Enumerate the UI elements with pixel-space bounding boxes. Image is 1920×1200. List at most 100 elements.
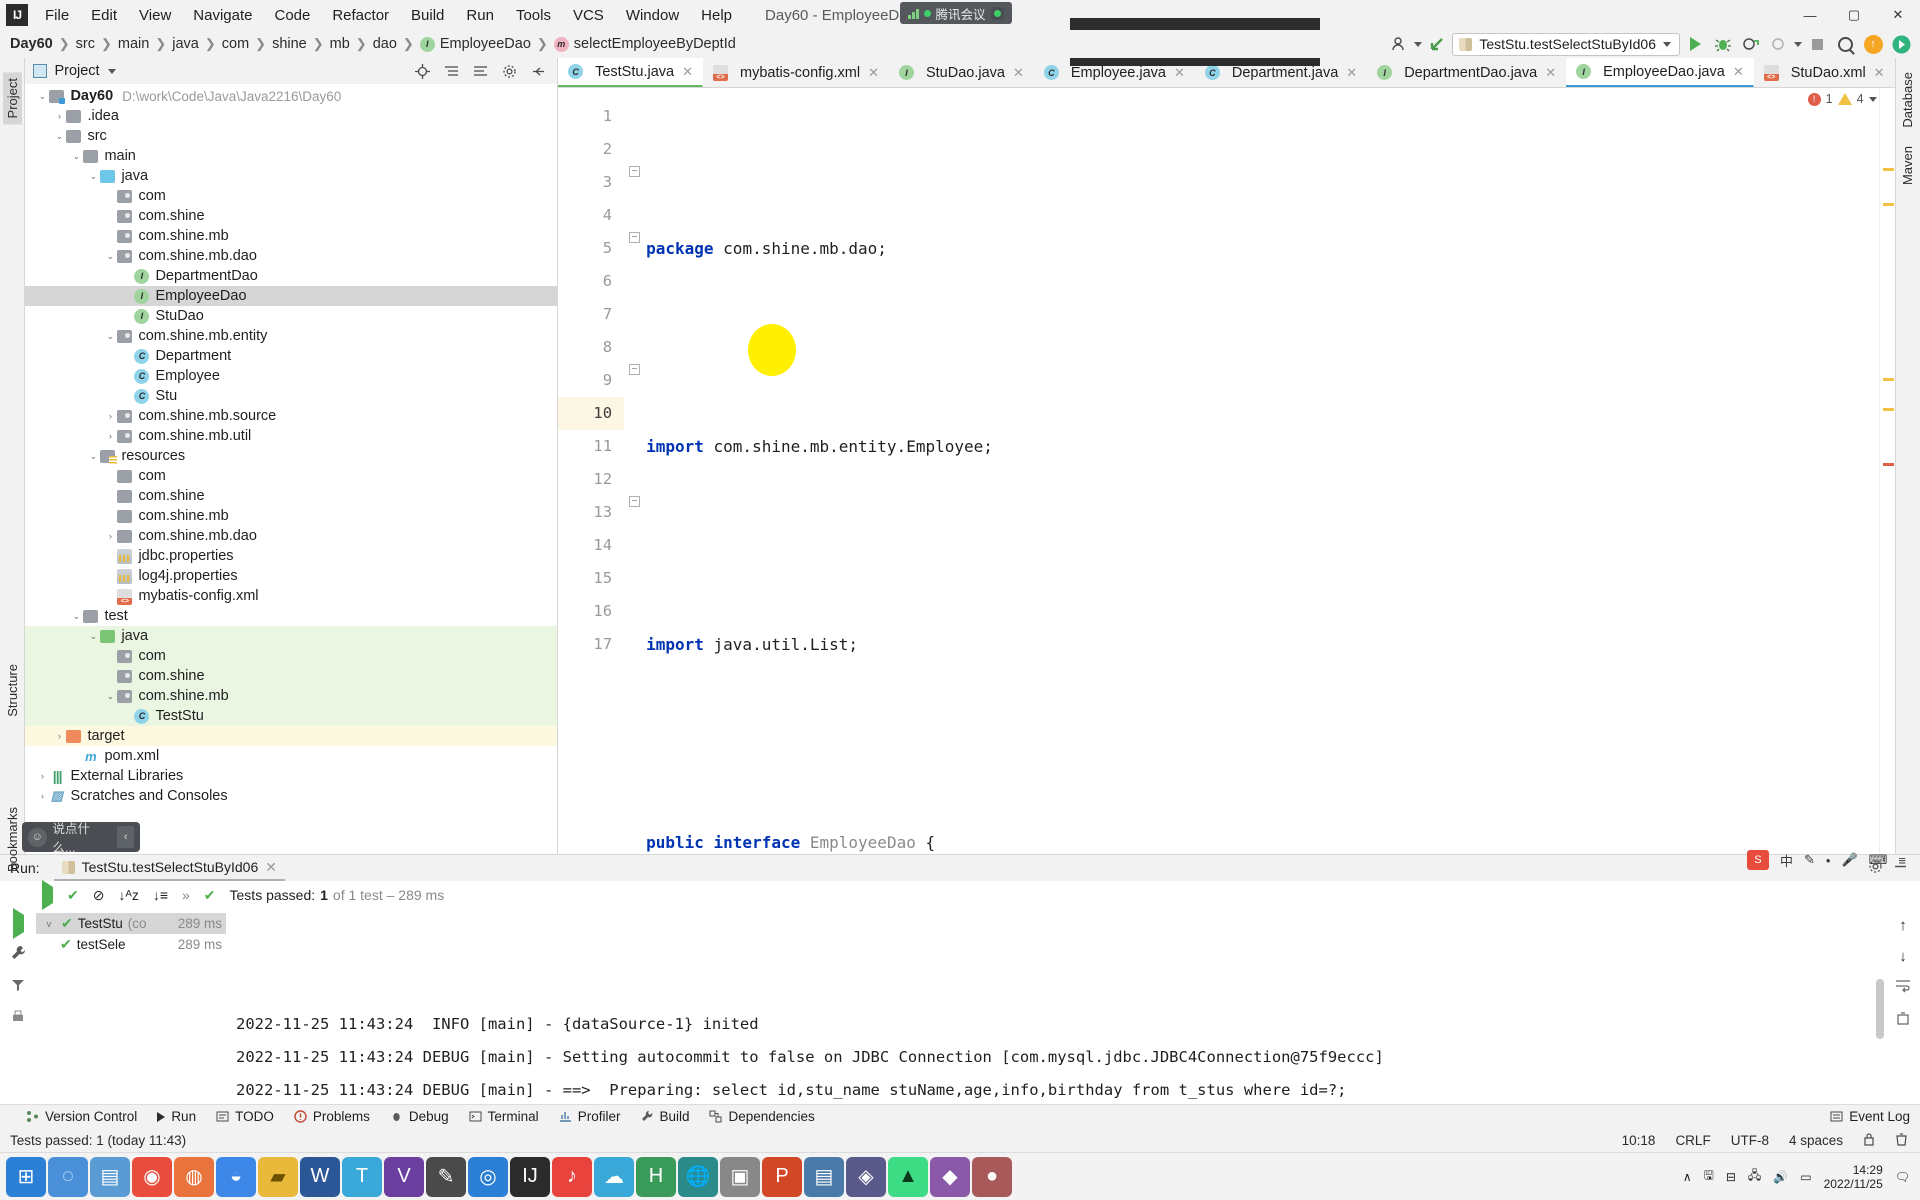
close-button[interactable]: ✕ bbox=[1876, 0, 1920, 30]
close-icon[interactable]: ✕ bbox=[1874, 65, 1885, 81]
tree-node-employeedao[interactable]: I EmployeeDao bbox=[25, 286, 558, 306]
notes-icon[interactable]: ✎ bbox=[426, 1156, 466, 1197]
line-number-17[interactable]: 17 bbox=[558, 628, 624, 661]
sogou-lang-toggle[interactable]: 中 bbox=[1780, 851, 1793, 870]
clear-all-icon[interactable] bbox=[1895, 1011, 1911, 1031]
tree-node-jdbc-properties[interactable]: jdbc.properties bbox=[25, 546, 557, 566]
tray-chevron-icon[interactable]: ∧ bbox=[1683, 1170, 1692, 1184]
tree-node-com[interactable]: com bbox=[25, 186, 557, 206]
tree-node-java[interactable]: ⌄ java bbox=[25, 626, 558, 646]
editor-tab-studao-xml[interactable]: StuDao.xml ✕ bbox=[1754, 58, 1895, 87]
chevron-down-icon[interactable]: ⌄ bbox=[52, 129, 66, 143]
tray-volume-icon[interactable]: 🔊 bbox=[1773, 1170, 1788, 1184]
line-number-13[interactable]: 13 bbox=[558, 496, 624, 529]
minimize-button[interactable]: — bbox=[1788, 0, 1832, 30]
toolwindow-event-log[interactable]: Event Log bbox=[1830, 1109, 1910, 1124]
expand-icon[interactable]: » bbox=[182, 887, 190, 903]
line-number-7[interactable]: 7 bbox=[558, 298, 624, 331]
chevron-right-icon[interactable]: › bbox=[103, 529, 117, 543]
line-number-10[interactable]: 10 bbox=[558, 397, 625, 430]
chevron-down-icon[interactable]: ⌄ bbox=[103, 689, 117, 703]
scroll-up-icon[interactable]: ↑ bbox=[1899, 917, 1907, 934]
editor-tab-studao-java[interactable]: I StuDao.java ✕ bbox=[889, 58, 1034, 87]
idea-icon[interactable]: IJ bbox=[510, 1156, 550, 1197]
editor-area[interactable]: 1 2 3 4 5 6 7 8 9 10 11 12 13 14 15 16 17 − − − − packag… bbox=[558, 88, 1895, 854]
toolwindow-profiler[interactable]: Profiler bbox=[559, 1109, 620, 1124]
close-icon[interactable]: ✕ bbox=[1174, 65, 1185, 81]
tray-icon-1[interactable]: 🖫 bbox=[1704, 1166, 1714, 1187]
ime-emoji-icon[interactable]: ☺ bbox=[28, 827, 47, 847]
fold-marker-javadoc-end[interactable]: − bbox=[629, 496, 641, 507]
folder-icon[interactable]: ▰ bbox=[258, 1156, 298, 1197]
toolwindow-problems[interactable]: Problems bbox=[294, 1109, 370, 1124]
chevron-right-icon[interactable]: › bbox=[35, 769, 49, 783]
fold-marker-import2[interactable]: − bbox=[629, 232, 641, 243]
tree-node-departmentdao[interactable]: I DepartmentDao bbox=[25, 266, 557, 286]
run-icon[interactable] bbox=[1682, 32, 1708, 56]
sogou-ime-bar[interactable]: S 中 ✎ • 🎤 ⌨ ≡ bbox=[1746, 850, 1906, 870]
task-view-icon[interactable]: ▤ bbox=[90, 1156, 130, 1197]
search-taskbar-icon[interactable]: ◌ bbox=[48, 1156, 88, 1197]
sogou-logo-icon[interactable]: S bbox=[1746, 850, 1769, 870]
line-number-12[interactable]: 12 bbox=[558, 463, 624, 496]
app2-icon[interactable]: ▤ bbox=[804, 1156, 844, 1197]
console-output[interactable]: 2022-11-25 11:43:24 INFO [main] - {dataS… bbox=[226, 909, 1886, 1104]
sort-duration-icon[interactable]: ↓≡ bbox=[153, 887, 168, 903]
tree-node-external-libraries[interactable]: › ||| External Libraries bbox=[25, 766, 557, 786]
locate-icon[interactable] bbox=[409, 59, 435, 83]
editor-tab-departmentdao-java[interactable]: I DepartmentDao.java ✕ bbox=[1367, 58, 1566, 87]
tree-node-test[interactable]: ⌄ test bbox=[25, 606, 557, 626]
toolwindow-run[interactable]: Run bbox=[157, 1109, 196, 1124]
menu-window[interactable]: Window bbox=[615, 3, 690, 28]
toolwindow-debug[interactable]: Debug bbox=[390, 1109, 449, 1124]
toolwindow-dependencies[interactable]: Dependencies bbox=[709, 1109, 815, 1124]
tree-node-department[interactable]: C Department bbox=[25, 346, 557, 366]
cloud-icon[interactable]: ☁ bbox=[594, 1156, 634, 1197]
line-number-5[interactable]: 5 bbox=[558, 232, 624, 265]
code-line-1[interactable]: package com.shine.mb.dao; bbox=[646, 232, 1878, 265]
tencent-meeting-badge[interactable]: 腾讯会议 bbox=[900, 2, 1012, 24]
tray-network-icon[interactable]: 🖧 bbox=[1748, 1166, 1761, 1187]
code-line-7[interactable]: public interface EmployeeDao { bbox=[646, 826, 1878, 854]
tree-node-mybatis-config-xml[interactable]: mybatis-config.xml bbox=[25, 586, 557, 606]
close-icon[interactable]: ✕ bbox=[682, 64, 693, 80]
chevron-right-icon[interactable]: › bbox=[103, 409, 117, 423]
wrench-icon[interactable] bbox=[10, 944, 27, 965]
notification-icon[interactable]: 🗨 bbox=[1895, 1170, 1910, 1184]
line-number-9[interactable]: 9 bbox=[558, 364, 624, 397]
menu-file[interactable]: File bbox=[34, 3, 80, 28]
update-icon[interactable]: ↑ bbox=[1860, 32, 1886, 56]
ime-collapse-icon[interactable]: ‹ bbox=[117, 826, 134, 848]
breadcrumb-main[interactable]: main bbox=[114, 34, 153, 54]
code-line-2[interactable] bbox=[646, 331, 1878, 364]
filter-icon[interactable] bbox=[10, 977, 26, 997]
sogou-pen-icon[interactable]: ✎ bbox=[1804, 852, 1815, 868]
firefox-icon[interactable]: ◍ bbox=[174, 1156, 214, 1197]
breadcrumb-dao[interactable]: dao bbox=[369, 34, 401, 54]
chevron-down-icon[interactable] bbox=[1794, 41, 1802, 47]
tray-battery-icon[interactable]: ▭ bbox=[1800, 1170, 1811, 1184]
print-icon[interactable] bbox=[10, 1009, 26, 1029]
chevron-down-icon[interactable] bbox=[1414, 41, 1423, 47]
tree-node-java[interactable]: ⌄ java bbox=[25, 166, 557, 186]
rerun-tests-icon[interactable] bbox=[42, 880, 53, 910]
hide-icon[interactable] bbox=[525, 59, 551, 83]
tool-button-bookmarks[interactable]: Bookmarks bbox=[5, 807, 20, 872]
expand-all-icon[interactable] bbox=[438, 59, 464, 83]
test-tree-row-testselect[interactable]: ✔ testSele 289 ms bbox=[36, 934, 226, 955]
run-tab-teststu[interactable]: TestStu.testSelectStuById06 ✕ bbox=[53, 856, 285, 881]
collapse-all-icon[interactable] bbox=[467, 59, 493, 83]
inspection-marker-strip[interactable] bbox=[1878, 88, 1895, 854]
code-line-5[interactable]: import java.util.List; bbox=[646, 628, 1878, 661]
line-separator[interactable]: CRLF bbox=[1675, 1133, 1710, 1148]
breadcrumb-method[interactable]: m selectEmployeeByDeptId bbox=[550, 34, 740, 54]
chevron-down-icon[interactable]: v bbox=[42, 917, 56, 931]
menu-navigate[interactable]: Navigate bbox=[182, 3, 263, 28]
user-icon[interactable] bbox=[1386, 32, 1412, 56]
code-content[interactable]: package com.shine.mb.dao; import com.shi… bbox=[646, 88, 1878, 854]
file-encoding[interactable]: UTF-8 bbox=[1731, 1133, 1769, 1148]
close-icon[interactable]: ✕ bbox=[265, 859, 277, 876]
sort-alpha-icon[interactable]: ↓ᴬz bbox=[118, 887, 138, 903]
show-passed-icon[interactable]: ✔ bbox=[67, 887, 79, 904]
chevron-right-icon[interactable]: › bbox=[35, 789, 49, 803]
